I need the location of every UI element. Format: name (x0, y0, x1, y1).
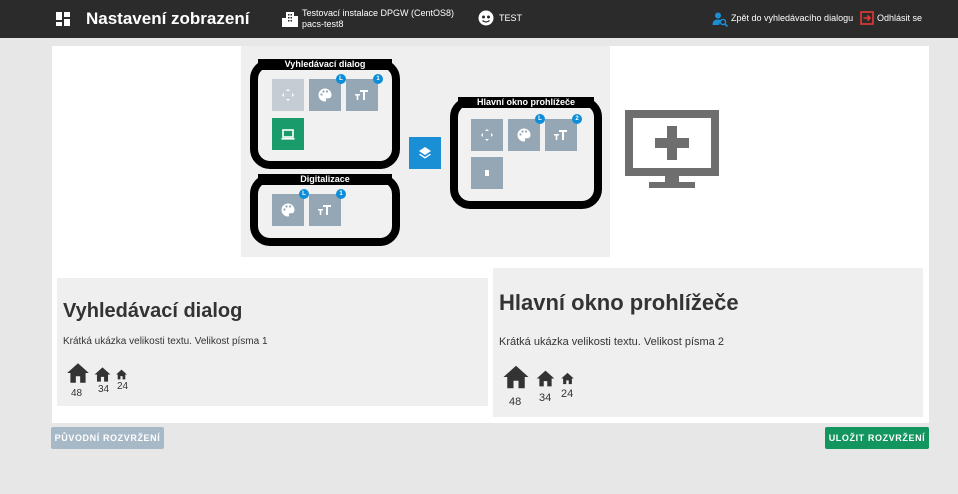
home-icon (115, 368, 128, 381)
size-label: 24 (117, 381, 129, 392)
size-label: 34 (539, 392, 552, 404)
preview-text: Krátká ukázka velikosti textu. Velikost … (499, 336, 724, 348)
size-label: 48 (71, 388, 83, 399)
back-to-search-link[interactable]: Zpět do vyhledávacího dialogu (731, 13, 853, 23)
preview-title: Hlavní okno prohlížeče (499, 290, 739, 315)
home-icon (501, 362, 531, 392)
palette-tile[interactable]: L (508, 114, 545, 151)
search-dialog-frame-title: Vyhledávací dialog (258, 59, 392, 70)
home-icon (93, 365, 112, 384)
preview-main-window: Hlavní okno prohlížeče Krátká ukázka vel… (493, 268, 923, 417)
size-label: 34 (98, 384, 110, 395)
text-size-tile[interactable]: 2 (545, 114, 582, 151)
layers-icon (417, 145, 433, 161)
instance-host: pacs-test8 (302, 19, 344, 29)
digitalization-frame[interactable]: Digitalizace L 1 (250, 174, 400, 246)
user-avatar-icon (478, 10, 494, 26)
instance-name: Testovací instalace DPGW (CentOS8) (302, 8, 455, 18)
move-tile[interactable] (471, 119, 503, 151)
theme-badge: L (299, 189, 309, 199)
home-icon (535, 368, 556, 389)
palette-tile[interactable]: L (309, 74, 346, 111)
screen-tile[interactable] (471, 157, 503, 189)
palette-icon (280, 202, 296, 218)
text-size-icon (354, 87, 370, 103)
preview-search-dialog: Vyhledávací dialog Krátká ukázka velikos… (57, 278, 488, 406)
size-label: 24 (561, 388, 574, 400)
theme-badge: L (535, 114, 545, 124)
home-icon (560, 371, 575, 386)
top-bar: Nastavení zobrazení Testovací instalace … (0, 0, 958, 38)
move-tile[interactable] (272, 79, 304, 111)
move-icon (280, 87, 296, 103)
screen-icon (479, 165, 495, 181)
size-label: 48 (509, 396, 522, 408)
monitor-icon (280, 126, 296, 142)
home-icon (65, 360, 91, 386)
instance-info: Testovací instalace DPGW (CentOS8) pacs-… (302, 8, 454, 30)
preview-title: Vyhledávací dialog (63, 300, 243, 322)
text-size-tile[interactable]: 1 (309, 189, 346, 226)
text-size-icon (553, 127, 569, 143)
preview-text: Krátká ukázka velikosti textu. Velikost … (63, 336, 268, 347)
logout-link[interactable]: Odhlásit se (877, 13, 922, 23)
text-size-tile[interactable]: 1 (346, 74, 383, 111)
text-size-icon (317, 202, 333, 218)
font-size-badge: 2 (572, 114, 582, 124)
main-window-frame-title: Hlavní okno prohlížeče (458, 97, 594, 108)
logout-icon[interactable] (860, 11, 874, 25)
monitor-tile[interactable] (272, 118, 304, 150)
font-size-badge: 1 (373, 74, 383, 84)
main-window-frame[interactable]: Hlavní okno prohlížeče L 2 (450, 97, 602, 209)
palette-icon (516, 127, 532, 143)
digitalization-frame-title: Digitalizace (258, 174, 392, 185)
theme-badge: L (336, 74, 346, 84)
user-search-icon[interactable] (712, 11, 728, 27)
move-icon (479, 127, 495, 143)
page-title: Nastavení zobrazení (86, 9, 250, 28)
palette-icon (317, 87, 333, 103)
save-layout-button[interactable]: ULOŽIT ROZVRŽENÍ (825, 427, 929, 449)
add-monitor-icon[interactable] (625, 110, 719, 192)
search-dialog-frame[interactable]: Vyhledávací dialog L 1 (250, 59, 400, 169)
palette-tile[interactable]: L (272, 189, 309, 226)
font-size-badge: 1 (336, 189, 346, 199)
reset-layout-button[interactable]: PŮVODNÍ ROZVRŽENÍ (51, 427, 164, 449)
user-name: TEST (499, 13, 523, 23)
dashboard-icon (56, 12, 70, 26)
building-icon (282, 12, 298, 27)
layers-button[interactable] (409, 137, 441, 169)
